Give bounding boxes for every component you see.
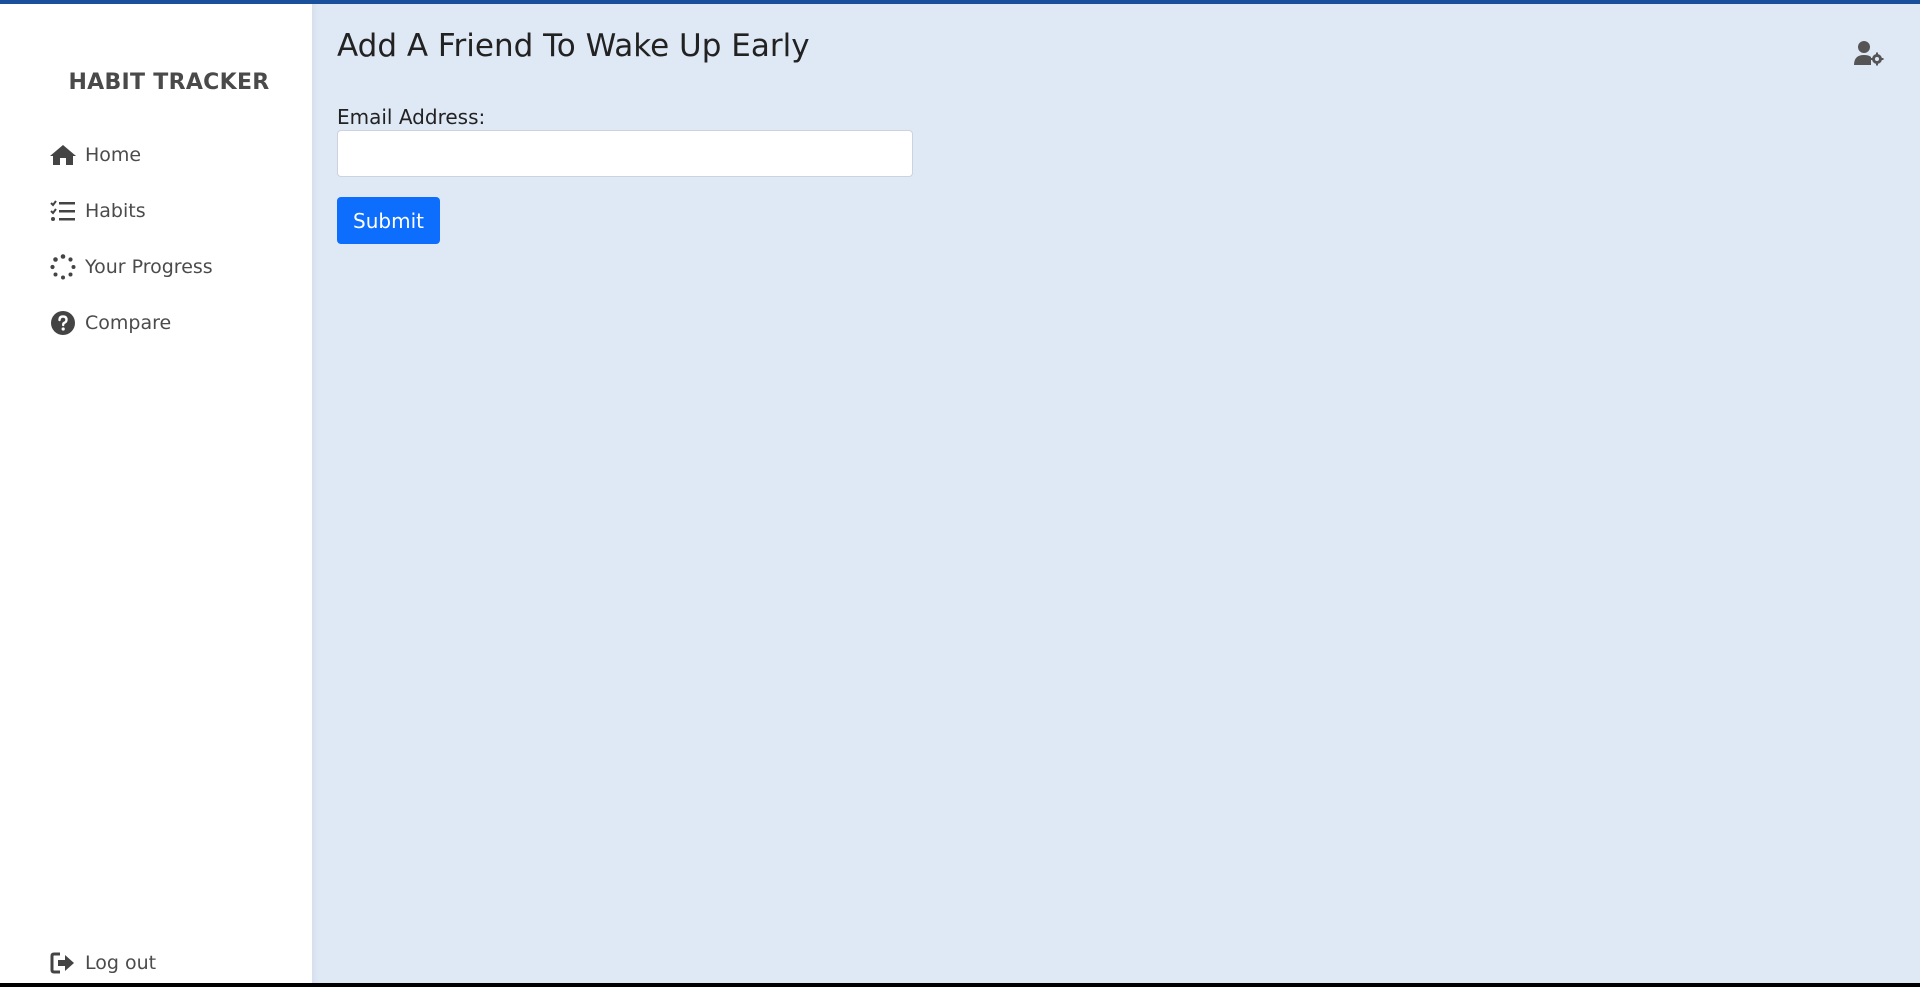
app-frame: HABIT TRACKER Home Habits Your Progress … [0, 4, 1920, 983]
sidebar-item-habits[interactable]: Habits [49, 183, 213, 239]
brand-title: HABIT TRACKER [68, 70, 270, 95]
sidebar-item-label: Compare [85, 312, 172, 334]
user-settings-icon[interactable] [1854, 40, 1884, 66]
sidebar-item-your-progress[interactable]: Your Progress [49, 239, 213, 295]
sidebar-item-compare[interactable]: Compare [49, 295, 213, 351]
submit-button[interactable]: Submit [337, 197, 440, 244]
spinner-icon [49, 253, 77, 281]
checklist-icon [49, 197, 77, 225]
logout-link[interactable]: Log out [49, 950, 156, 976]
sidebar-item-label: Home [85, 144, 142, 166]
home-icon [49, 141, 77, 169]
bottom-edge [0, 983, 1920, 987]
sidebar-item-label: Habits [85, 200, 146, 222]
email-field[interactable] [337, 130, 913, 177]
question-circle-icon [49, 309, 77, 337]
sidebar-item-home[interactable]: Home [49, 127, 213, 183]
logout-icon [49, 950, 77, 976]
email-label: Email Address: [337, 105, 486, 129]
sidebar-item-label: Your Progress [85, 256, 213, 278]
main-content: Add A Friend To Wake Up Early Email Addr… [312, 4, 1920, 983]
sidebar-nav: Home Habits Your Progress Compare [49, 127, 213, 351]
logout-label: Log out [85, 952, 157, 974]
sidebar: HABIT TRACKER Home Habits Your Progress … [0, 4, 312, 983]
page-title: Add A Friend To Wake Up Early [337, 28, 810, 64]
